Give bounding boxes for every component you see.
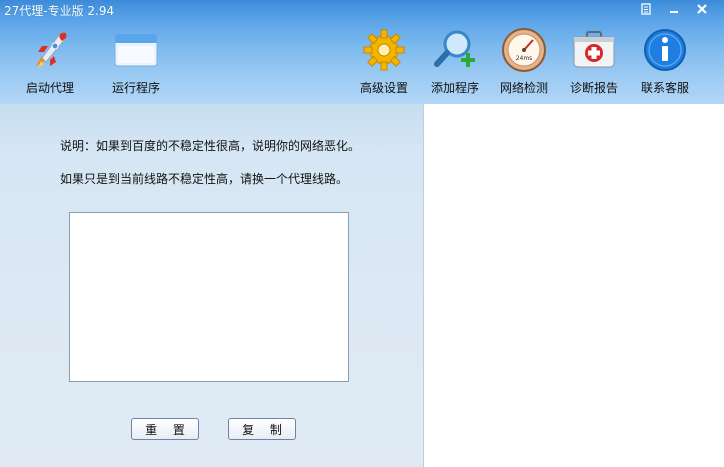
run-program-button[interactable]: 运行程序 (112, 26, 160, 100)
network-check-label: 网络检测 (500, 81, 549, 95)
advanced-settings-button[interactable]: 高级设置 (360, 26, 408, 100)
add-program-label: 添加程序 (431, 81, 480, 95)
copy-button[interactable]: 复 制 (228, 418, 296, 440)
advanced-settings-label: 高级设置 (360, 81, 409, 95)
start-proxy-button[interactable]: 启动代理 (26, 26, 74, 100)
first-aid-kit-icon (570, 26, 618, 74)
gear-icon (360, 26, 408, 74)
diagnostic-report-label: 诊断报告 (570, 81, 619, 95)
toolbar: 27代理-专业版 2.94 启动代理 运行程序 高级设置 添加程序 24ms 网… (0, 0, 724, 104)
run-program-label: 运行程序 (112, 81, 161, 95)
reset-button[interactable]: 重 置 (131, 418, 199, 440)
menu-icon[interactable] (634, 0, 658, 18)
window-title: 27代理-专业版 2.94 (4, 4, 115, 18)
contact-support-button[interactable]: 联系客服 (641, 26, 689, 100)
note-line-2: 如果只是到当前线路不稳定性高，请换一个代理线路。 (60, 172, 349, 186)
note-line-1: 说明：如果到百度的不稳定性很高，说明你的网络恶化。 (60, 139, 361, 153)
gauge-value: 24ms (516, 55, 533, 62)
add-program-button[interactable]: 添加程序 (431, 26, 479, 100)
minimize-icon[interactable] (662, 0, 686, 18)
info-icon (641, 26, 689, 74)
window-icon (112, 26, 160, 74)
contact-support-label: 联系客服 (641, 81, 690, 95)
start-proxy-label: 启动代理 (26, 81, 75, 95)
gauge-icon: 24ms (500, 26, 548, 74)
result-textbox[interactable] (69, 212, 349, 382)
diagnostic-report-button[interactable]: 诊断报告 (570, 26, 618, 100)
rocket-icon (26, 26, 74, 74)
magnifier-plus-icon (431, 26, 479, 74)
right-panel (424, 104, 724, 467)
network-check-button[interactable]: 24ms 网络检测 (500, 26, 548, 100)
close-icon[interactable] (690, 0, 714, 18)
app-window: 27代理-专业版 2.94 启动代理 运行程序 高级设置 添加程序 24ms 网… (0, 0, 724, 467)
